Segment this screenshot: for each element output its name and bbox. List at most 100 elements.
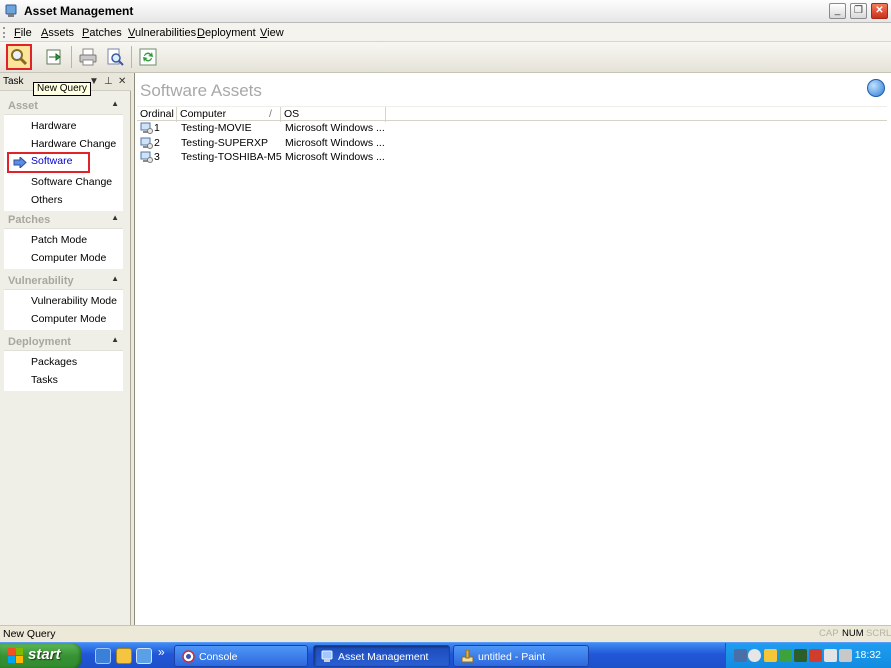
window-title: Asset Management [24,4,134,18]
tray-expand-icon[interactable] [748,649,761,662]
quicklaunch-overflow-icon[interactable]: » [158,645,165,659]
task-others[interactable]: Others [4,191,123,209]
menu-patches[interactable]: Patches [82,27,122,39]
refresh-button[interactable] [135,44,161,70]
scrl-indicator: SCRL [866,628,891,639]
grid-header: Ordinal Computer / OS [137,106,887,122]
taskbar-button-paint[interactable]: untitled - Paint [453,645,589,667]
close-button[interactable]: ✕ [871,3,888,19]
alert-icon[interactable] [809,649,822,662]
table-row[interactable]: 3 Testing-TOSHIBA-M5 Microsoft Windows .… [137,150,887,165]
group-patches: Patches ▲ Patch Mode Computer Mode [4,211,123,269]
group-vulnerability: Vulnerability ▲ Vulnerability Mode Compu… [4,272,123,330]
keyboard-icon[interactable] [734,649,747,662]
computer-icon [140,151,153,163]
cell-os: Microsoft Windows ... [285,122,385,134]
tray-app-icon[interactable] [839,649,852,662]
taskbar: start » Console Asset Management untitle… [0,642,891,668]
results-grid: Ordinal Computer / OS 1 Testing-MOVIE Mi… [137,106,887,165]
restore-button[interactable]: ❐ [850,3,867,19]
printer-icon [79,48,97,66]
collapse-icon[interactable]: ▲ [111,274,119,283]
menu-view[interactable]: View [260,27,284,39]
internet-explorer-icon[interactable] [95,648,111,664]
windows-flag-icon [8,648,23,663]
status-bar: New Query CAP NUM SCRL [0,625,891,641]
column-header-os[interactable]: OS [281,107,386,122]
magnifier-icon [11,49,28,66]
cell-os: Microsoft Windows ... [285,136,385,149]
task-software[interactable]: Software [7,152,90,173]
collapse-icon[interactable]: ▲ [111,213,119,222]
task-pane: Task ▼ ⊥ ✕ Asset ▲ Hardware Hardware Cha… [0,73,131,625]
cell-os: Microsoft Windows ... [285,151,385,163]
cell-computer: Testing-TOSHIBA-M5 [181,151,282,163]
print-button[interactable] [75,44,101,70]
sort-indicator-icon: / [269,108,272,120]
asset-management-icon [321,650,333,662]
menu-bar: File Assets Patches Vulnerabilities Depl… [0,23,891,42]
status-text: New Query [3,628,56,640]
network-icon[interactable] [794,649,807,662]
menu-assets[interactable]: Assets [41,27,74,39]
task-patch-mode[interactable]: Patch Mode [4,231,123,249]
menu-file[interactable]: File [14,27,32,39]
volume-icon[interactable] [824,649,837,662]
group-title-asset[interactable]: Asset ▲ [4,97,123,114]
group-asset: Asset ▲ Hardware Hardware Change Softwar… [4,97,123,211]
computer-icon [140,137,153,149]
group-title-deployment[interactable]: Deployment ▲ [4,333,123,350]
task-hardware[interactable]: Hardware [4,117,123,135]
paint-icon [461,650,474,663]
task-hardware-change[interactable]: Hardware Change [4,135,123,153]
pane-close-icon[interactable]: ✕ [118,76,126,87]
cell-computer: Testing-SUPERXP [181,136,268,149]
help-icon[interactable] [867,79,885,97]
export-arrow-icon [46,49,61,65]
num-indicator: NUM [842,628,864,639]
cell-computer: Testing-MOVIE [181,122,252,134]
task-pane-title: Task [3,76,24,87]
task-computer-mode[interactable]: Computer Mode [4,310,123,328]
refresh-icon [139,48,157,66]
taskbar-button-console[interactable]: Console [174,645,308,667]
new-query-button[interactable] [6,44,32,70]
security-icon[interactable] [764,649,777,662]
arrow-right-icon [13,157,27,168]
task-software-change[interactable]: Software Change [4,173,123,191]
table-row[interactable]: 1 Testing-MOVIE Microsoft Windows ... [137,121,887,136]
print-preview-icon [107,48,124,66]
menu-deployment[interactable]: Deployment [197,27,256,39]
page-title: Software Assets [140,81,262,100]
start-button[interactable]: start [0,643,82,668]
taskbar-button-asset-management[interactable]: Asset Management [313,645,450,667]
task-computer-mode[interactable]: Computer Mode [4,249,123,267]
task-tasks[interactable]: Tasks [4,371,123,389]
print-preview-button[interactable] [102,44,128,70]
app-icon [5,4,17,17]
cell-ordinal: 3 [154,151,160,163]
group-deployment: Deployment ▲ Packages Tasks [4,333,123,391]
group-title-vulnerability[interactable]: Vulnerability ▲ [4,272,123,289]
collapse-icon[interactable]: ▲ [111,99,119,108]
column-header-computer[interactable]: Computer / [177,107,281,122]
main-panel: Software Assets Ordinal Computer / OS 1 … [134,73,891,625]
folder-icon[interactable] [116,648,132,664]
menu-grip [3,27,5,38]
show-desktop-icon[interactable] [136,648,152,664]
cell-ordinal: 2 [154,136,160,149]
antivirus-icon[interactable] [779,649,792,662]
clock: 18:32 [854,649,881,661]
minimize-button[interactable]: _ [829,3,846,19]
pin-icon[interactable]: ⊥ [104,76,113,87]
group-title-patches[interactable]: Patches ▲ [4,211,123,228]
computer-icon [140,122,153,134]
collapse-icon[interactable]: ▲ [111,335,119,344]
task-packages[interactable]: Packages [4,353,123,371]
task-vulnerability-mode[interactable]: Vulnerability Mode [4,292,123,310]
menu-vulnerabilities[interactable]: Vulnerabilities [128,27,196,39]
system-tray: 18:32 [725,643,891,668]
export-button[interactable] [41,44,67,70]
table-row[interactable]: 2 Testing-SUPERXP Microsoft Windows ... [137,136,887,151]
column-header-ordinal[interactable]: Ordinal [137,107,177,122]
